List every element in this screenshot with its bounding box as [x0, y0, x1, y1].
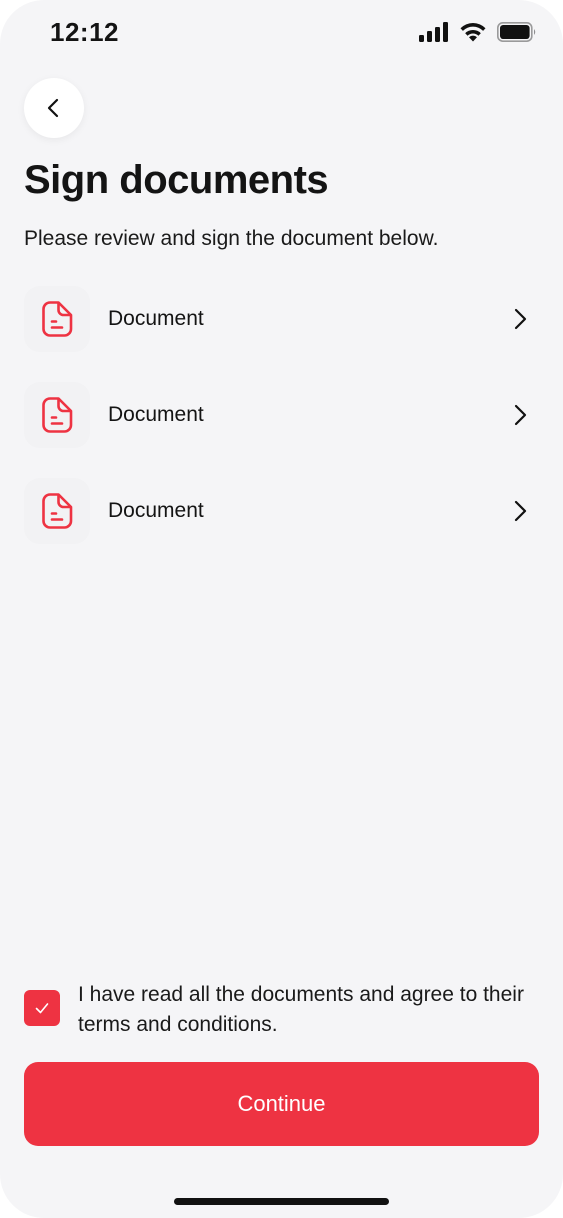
- chevron-right-icon: [513, 307, 539, 331]
- document-item[interactable]: Document: [24, 382, 539, 448]
- continue-button[interactable]: Continue: [24, 1062, 539, 1146]
- phone-screen: 12:12 Sign documents Please review and s…: [0, 0, 563, 1218]
- battery-icon: [497, 22, 536, 42]
- signal-icon: [419, 22, 448, 42]
- page-subtitle: Please review and sign the document belo…: [24, 227, 439, 250]
- back-button[interactable]: [24, 78, 84, 138]
- chevron-left-icon: [47, 98, 59, 118]
- document-item[interactable]: Document: [24, 478, 539, 544]
- document-icon-tile: [24, 382, 90, 448]
- status-time: 12:12: [50, 17, 119, 47]
- agreement-row: I have read all the documents and agree …: [24, 980, 539, 1040]
- document-icon: [42, 301, 73, 337]
- document-icon: [42, 493, 73, 529]
- status-bar: 12:12: [0, 0, 563, 66]
- home-indicator: [174, 1198, 389, 1205]
- document-label: Document: [108, 499, 204, 522]
- chevron-right-icon: [513, 499, 539, 523]
- wifi-icon: [460, 23, 486, 42]
- checkmark-icon: [35, 1003, 49, 1014]
- agreement-text: I have read all the documents and agree …: [78, 983, 524, 1036]
- document-label: Document: [108, 403, 204, 426]
- document-icon-tile: [24, 478, 90, 544]
- document-list: Document Document Document: [24, 286, 539, 574]
- document-label: Document: [108, 307, 204, 330]
- page-title: Sign documents: [24, 158, 329, 202]
- chevron-right-icon: [513, 403, 539, 427]
- document-item[interactable]: Document: [24, 286, 539, 352]
- document-icon: [42, 397, 73, 433]
- status-icons: [419, 22, 537, 42]
- document-icon-tile: [24, 286, 90, 352]
- agreement-checkbox[interactable]: [24, 990, 60, 1026]
